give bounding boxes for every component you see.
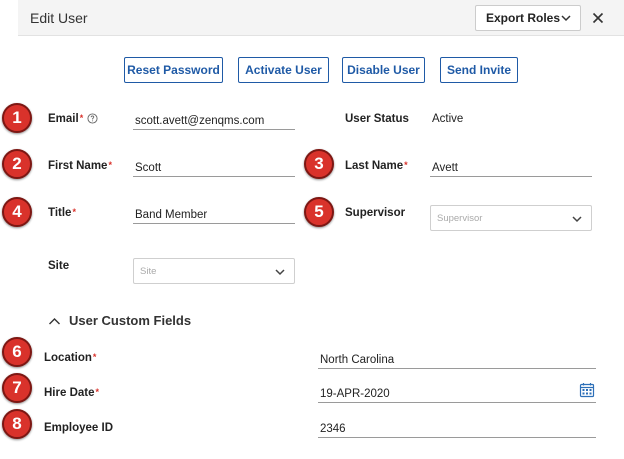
edit-user-dialog: Edit User Export Roles Reset Password Ac…	[0, 0, 624, 459]
required-marker: *	[404, 160, 408, 170]
dialog-title: Edit User	[30, 10, 88, 26]
chevron-down-icon	[275, 269, 285, 276]
hire-date-input[interactable]	[318, 385, 596, 403]
last-name-input[interactable]	[430, 159, 592, 177]
location-input[interactable]	[318, 351, 596, 369]
chevron-down-icon	[561, 15, 571, 22]
email-input[interactable]	[133, 112, 295, 130]
step-badge-3: 3	[304, 149, 334, 179]
export-roles-dropdown[interactable]: Export Roles	[475, 5, 581, 31]
supervisor-label: Supervisor	[345, 207, 406, 219]
activate-user-button[interactable]: Activate User	[238, 57, 329, 83]
employee-id-label: Employee ID	[44, 422, 114, 434]
title-input[interactable]	[133, 206, 295, 224]
hire-date-label: Hire Date*	[44, 387, 100, 399]
user-status-label: User Status	[345, 113, 409, 125]
user-custom-fields-toggle[interactable]: User Custom Fields	[48, 313, 191, 328]
reset-password-button[interactable]: Reset Password	[124, 57, 223, 83]
step-badge-6: 6	[2, 337, 32, 367]
last-name-label: Last Name*	[345, 160, 408, 172]
help-circle-icon[interactable]	[87, 113, 98, 124]
site-select[interactable]: Site	[133, 258, 295, 284]
email-label: Email*	[48, 113, 84, 125]
location-label: Location*	[44, 352, 97, 364]
chevron-up-icon	[49, 317, 60, 324]
step-badge-5: 5	[304, 197, 334, 227]
required-marker: *	[95, 387, 100, 397]
step-badge-1: 1	[2, 103, 32, 133]
required-marker: *	[79, 113, 84, 123]
dialog-header: Edit User Export Roles	[18, 0, 624, 36]
close-icon	[592, 12, 604, 24]
close-button[interactable]	[588, 7, 608, 29]
employee-id-input[interactable]	[318, 420, 596, 438]
user-status-value: Active	[432, 113, 464, 125]
step-badge-2: 2	[2, 149, 32, 179]
first-name-label: First Name*	[48, 160, 112, 172]
disable-user-button[interactable]: Disable User	[342, 57, 425, 83]
send-invite-button[interactable]: Send Invite	[440, 57, 518, 83]
required-marker: *	[92, 352, 97, 362]
required-marker: *	[72, 207, 76, 217]
title-label: Title*	[48, 207, 76, 219]
export-roles-label: Export Roles	[486, 11, 561, 25]
chevron-down-icon	[572, 216, 582, 223]
calendar-icon[interactable]	[579, 382, 595, 398]
required-marker: *	[108, 160, 112, 170]
supervisor-placeholder: Supervisor	[437, 213, 483, 224]
step-badge-7: 7	[2, 373, 32, 403]
supervisor-select[interactable]: Supervisor	[430, 205, 592, 231]
site-placeholder: Site	[140, 266, 157, 277]
section-title: User Custom Fields	[69, 313, 192, 328]
site-label: Site	[48, 260, 70, 272]
step-badge-4: 4	[2, 197, 32, 227]
step-badge-8: 8	[2, 409, 32, 439]
first-name-input[interactable]	[133, 159, 295, 177]
